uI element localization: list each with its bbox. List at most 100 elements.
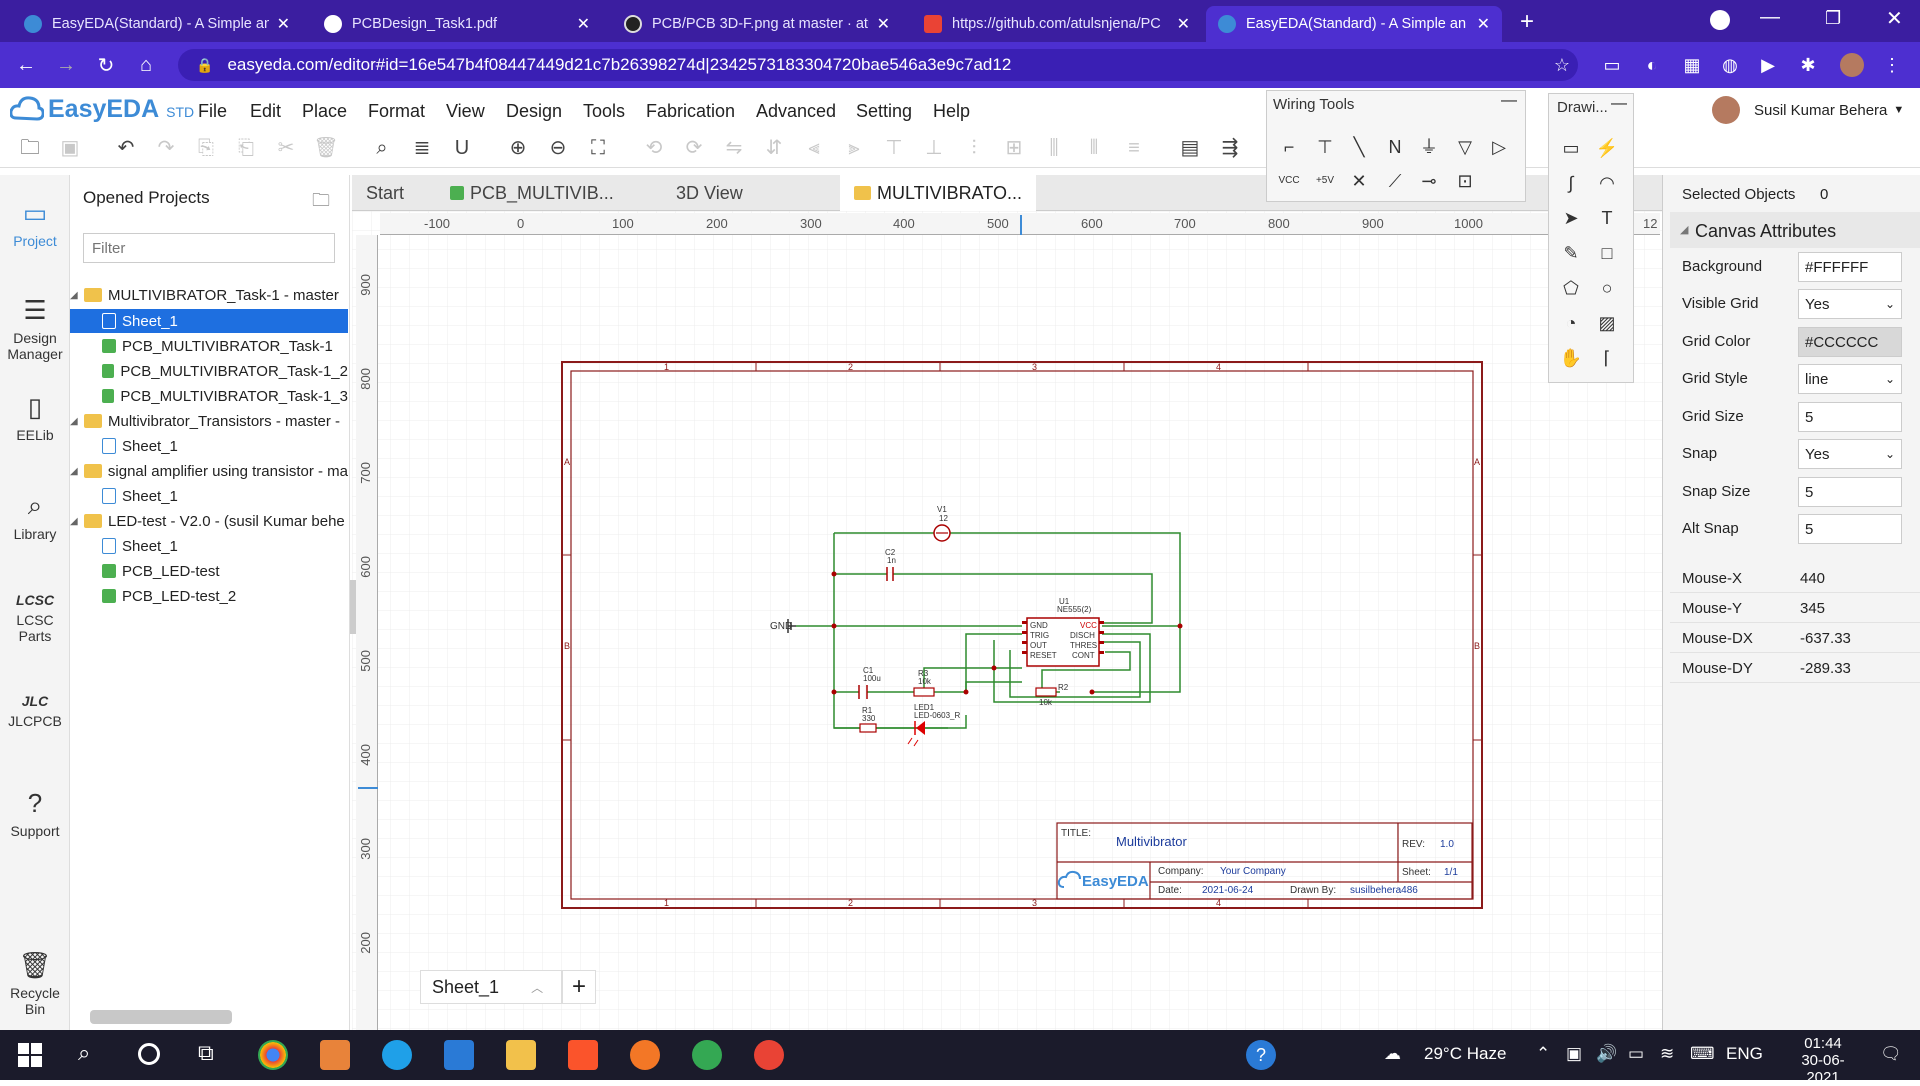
arrow-head-icon[interactable]: ➤	[1557, 204, 1585, 232]
grid-color-input[interactable]: #CCCCCC	[1798, 327, 1902, 357]
horizontal-scrollbar[interactable]	[90, 1010, 232, 1024]
menu-format[interactable]: Format	[368, 101, 425, 122]
rail-library[interactable]: ⌕ Library	[0, 490, 70, 542]
bezier-icon[interactable]: ∫	[1557, 169, 1585, 197]
close-tab-icon[interactable]: ✕	[1477, 14, 1490, 34]
add-sheet-button[interactable]: +	[562, 970, 596, 1004]
close-window-icon[interactable]: ✕	[1886, 6, 1903, 31]
notifications-icon[interactable]: 🗨	[1880, 1044, 1902, 1064]
pin-icon[interactable]: ⊸	[1415, 167, 1443, 195]
menu-view[interactable]: View	[446, 101, 485, 122]
rail-recycle-bin[interactable]: 🗑 Recycle Bin	[0, 950, 70, 1017]
extension-icon[interactable]: ◐	[1640, 53, 1664, 77]
menu-file[interactable]: File	[198, 101, 227, 122]
rail-design-manager[interactable]: ☰ Design Manager	[0, 295, 70, 362]
text-icon[interactable]: T	[1593, 204, 1621, 232]
background-color-input[interactable]: #FFFFFF	[1798, 252, 1902, 282]
collapse-left-panel-handle[interactable]	[350, 580, 356, 634]
search-icon[interactable]: ⌕	[78, 1040, 90, 1066]
bom-icon[interactable]: ▤	[1176, 134, 1204, 162]
menu-edit[interactable]: Edit	[250, 101, 281, 122]
tree-pcb[interactable]: PCB_MULTIVIBRATOR_Task-1_3	[70, 384, 348, 408]
tree-pcb[interactable]: PCB_MULTIVIBRATOR_Task-1	[70, 334, 348, 358]
menu-fabrication[interactable]: Fabrication	[646, 101, 735, 122]
rotate-right-icon[interactable]: ⟳	[680, 134, 708, 162]
tab-pcb[interactable]: PCB_MULTIVIB...	[436, 175, 636, 211]
alt-snap-input[interactable]: 5	[1798, 514, 1902, 544]
r2-resistor[interactable]	[1035, 687, 1057, 697]
net-label-icon[interactable]: N	[1381, 133, 1409, 161]
volume-icon[interactable]: 🔊	[1596, 1044, 1617, 1064]
net-port-icon[interactable]: ▽	[1451, 133, 1479, 161]
tree-folder[interactable]: ◢ signal amplifier using transistor - ma	[70, 459, 348, 483]
group-icon[interactable]: ⊡	[1451, 167, 1479, 195]
cut-icon[interactable]: ✂	[272, 134, 300, 162]
forward-arrow-icon[interactable]: →	[48, 47, 84, 83]
menu-advanced[interactable]: Advanced	[756, 101, 836, 122]
tree-sheet[interactable]: Sheet_1	[70, 484, 348, 508]
align-center-icon[interactable]: ⫶	[960, 134, 988, 162]
visible-grid-select[interactable]: Yes ⌄	[1798, 289, 1902, 319]
minimize-panel-icon[interactable]: —	[1501, 92, 1517, 110]
schematic-sheet[interactable]: 1 2 3 4 1 2 3 4 A B A B GND TRIG OUT RES…	[560, 360, 1485, 912]
brave-icon[interactable]	[568, 1040, 598, 1070]
restore-window-icon[interactable]: ❐	[1825, 8, 1841, 29]
close-tab-icon[interactable]: ✕	[277, 14, 290, 34]
jupyter-icon[interactable]	[630, 1040, 660, 1070]
tray-overflow-icon[interactable]: ⌃	[1536, 1044, 1550, 1064]
vcc-flag-icon[interactable]: VCC	[1275, 167, 1303, 195]
rail-support[interactable]: ? Support	[0, 788, 70, 839]
tab-start[interactable]: Start	[352, 175, 436, 211]
menu-design[interactable]: Design	[506, 101, 562, 122]
canvas-attributes-header[interactable]: ◢ Canvas Attributes	[1670, 212, 1920, 248]
align-top-icon[interactable]: ⊤	[880, 134, 908, 162]
find-icon[interactable]: ≣	[408, 134, 436, 162]
url-bar[interactable]: 🔒 easyeda.com/editor#id=16e547b4f0844744…	[178, 49, 1578, 81]
tree-folder[interactable]: ◢ Multivibrator_Transistors - master -	[70, 409, 348, 433]
tab-search-icon[interactable]	[1710, 10, 1730, 30]
r3-resistor[interactable]	[913, 687, 935, 697]
profile-avatar[interactable]	[1840, 53, 1864, 77]
grid-size-input[interactable]: 5	[1798, 402, 1902, 432]
tree-sheet-selected[interactable]: Sheet_1	[70, 309, 348, 333]
battery-icon[interactable]: ▭	[1628, 1044, 1644, 1064]
image-icon[interactable]: ▨	[1593, 309, 1621, 337]
menu-setting[interactable]: Setting	[856, 101, 912, 122]
chrome-icon[interactable]	[258, 1040, 288, 1070]
tree-pcb[interactable]: PCB_LED-test	[70, 559, 348, 583]
home-icon[interactable]: ⌂	[128, 47, 164, 83]
r1-resistor[interactable]	[859, 723, 877, 733]
cortana-icon[interactable]	[138, 1043, 160, 1065]
c2-capacitor[interactable]	[886, 567, 894, 581]
wire-icon[interactable]: ⌐	[1275, 133, 1303, 161]
snap-select[interactable]: Yes ⌄	[1798, 439, 1902, 469]
voltage-probe-icon[interactable]: ⟋	[1381, 167, 1409, 195]
help-icon[interactable]: ?	[1246, 1040, 1276, 1070]
align-left-icon[interactable]: ⫷	[800, 134, 828, 162]
c1-capacitor[interactable]	[858, 685, 868, 699]
chrome-profile-icon[interactable]	[692, 1040, 722, 1070]
weather-text[interactable]: 29°C Haze	[1424, 1044, 1506, 1064]
minimize-window-icon[interactable]: —	[1760, 6, 1780, 29]
distribute-h-icon[interactable]: ⫴	[1080, 134, 1108, 162]
distribute-icon[interactable]: ⫼	[1040, 134, 1068, 162]
user-menu[interactable]: Susil Kumar Behera ▼	[1712, 96, 1904, 124]
tree-pcb[interactable]: PCB_LED-test_2	[70, 584, 348, 608]
close-tab-icon[interactable]: ✕	[877, 14, 890, 34]
close-tab-icon[interactable]: ✕	[1177, 14, 1190, 34]
port-icon[interactable]: ▷	[1485, 133, 1513, 161]
keyboard-icon[interactable]: ⌨	[1690, 1044, 1715, 1064]
project-filter-input[interactable]	[83, 233, 335, 263]
reload-icon[interactable]: ↻	[88, 47, 124, 83]
polygon-icon[interactable]: ⬠	[1557, 274, 1585, 302]
tree-sheet[interactable]: Sheet_1	[70, 534, 348, 558]
tab-3d-view[interactable]: 3D View	[660, 175, 790, 211]
tree-folder[interactable]: ◢ MULTIVIBRATOR_Task-1 - master	[70, 283, 348, 307]
undo-icon[interactable]: ↶	[112, 134, 140, 162]
paste-icon[interactable]: ⎗	[232, 134, 260, 162]
rectangle-icon[interactable]: □	[1593, 239, 1621, 267]
open-folder-icon[interactable]: 🗀	[16, 134, 44, 162]
menu-tools[interactable]: Tools	[583, 101, 625, 122]
sublime-icon[interactable]	[320, 1040, 350, 1070]
snap-size-input[interactable]: 5	[1798, 477, 1902, 507]
